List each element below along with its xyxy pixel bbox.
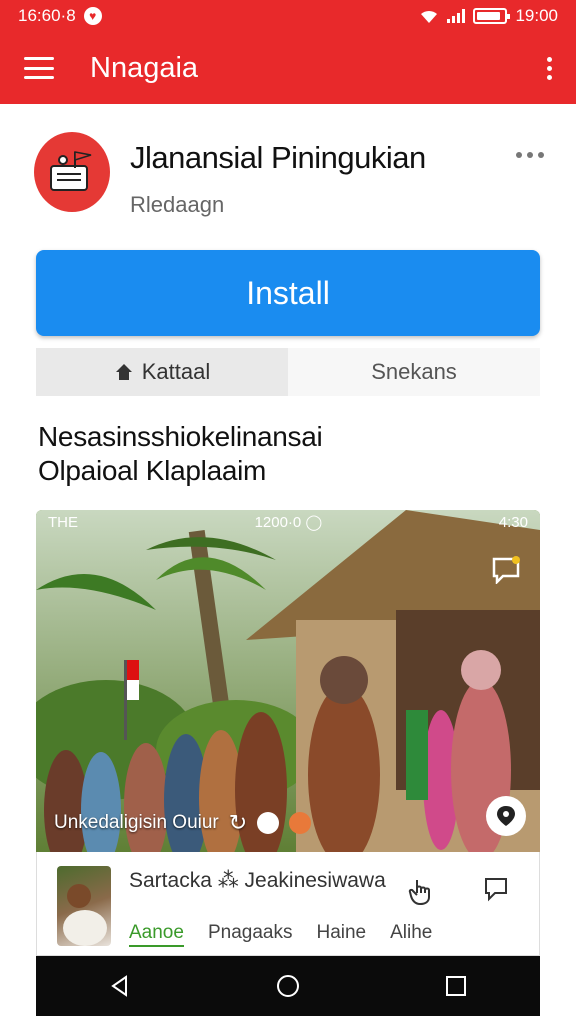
screenshot-status-center: 1200·0 ◯ [254,514,323,531]
detail-tabs: Kattaal Snekans [36,348,540,396]
card-thumbnail [57,866,111,946]
tab-label: Kattaal [141,359,211,384]
recents-icon[interactable] [444,974,468,998]
caption-text: Unkedaligisin Ouiur [54,812,219,833]
card-tab[interactable]: Haine [316,922,366,947]
signal-icon [447,9,466,23]
back-icon[interactable] [108,974,132,998]
description-line: Olpaioal Klaplaaim [38,455,267,486]
app-description: Nesasinsshiokelinansai Olpaioal Klaplaai… [38,420,538,488]
battery-icon [473,8,511,24]
app-developer[interactable]: Rledaagn [130,192,516,218]
more-options-icon[interactable] [516,152,544,158]
bookmark-icon[interactable] [483,876,509,902]
home-nav-icon[interactable] [276,974,300,998]
app-bar: Nnagaia [0,32,576,104]
screenshot-status-bar: THE 1200·0 ◯ 4:30 [36,510,540,534]
description-line: Nesasinsshiokelinansai [38,421,323,452]
tab-reviews[interactable]: Snekans [288,348,540,396]
tap-hand-icon[interactable] [407,876,433,906]
location-pin-icon[interactable] [486,796,526,836]
menu-icon[interactable] [24,57,54,79]
app-bar-title: Nnagaia [90,51,199,84]
status-time-right: 19:00 [515,6,558,25]
home-icon [115,364,132,380]
system-nav-bar [36,956,540,1016]
status-bar: 16:60·8 ♥ 19:00 [0,0,576,32]
dot-icon [289,812,312,834]
tab-label: Snekans [371,359,457,384]
screenshot-status-right: 4:30 [498,513,528,531]
card-title: Sartacka ⁂ Jeakinesiwawa [129,869,386,892]
screenshot-status-left: THE [48,513,78,531]
tab-overview[interactable]: Kattaal [36,348,288,396]
village-scene-image [36,510,540,852]
screenshot-caption: Unkedaligisin Ouiur ↻ [54,810,312,836]
dot-icon [257,812,280,834]
card-tab[interactable]: Pnagaaks [208,922,293,947]
card-tab[interactable]: Alihe [390,922,432,947]
card-tabs: Aanoe Pnagaaks Haine Alihe [129,922,432,947]
overflow-menu-icon[interactable] [547,56,552,80]
status-time-left: 16:60·8 [18,6,76,25]
app-name: Jlanansial Piningukian [130,140,426,175]
app-screenshot[interactable]: THE 1200·0 ◯ 4:30 Unkedaligisin Ouiur ↻ [36,510,540,852]
notification-heart-icon: ♥ [83,7,102,25]
card-tab[interactable]: Aanoe [129,922,184,947]
wifi-icon [421,10,438,23]
chat-bubble-icon[interactable] [486,550,526,590]
share-icon: ↻ [228,810,248,835]
app-logo-icon [34,132,110,212]
install-button[interactable]: Install [36,250,540,336]
related-card[interactable]: Sartacka ⁂ Jeakinesiwawa Aanoe Pnagaaks … [36,852,540,956]
app-header: Jlanansial Piningukian Rledaagn [34,132,544,222]
